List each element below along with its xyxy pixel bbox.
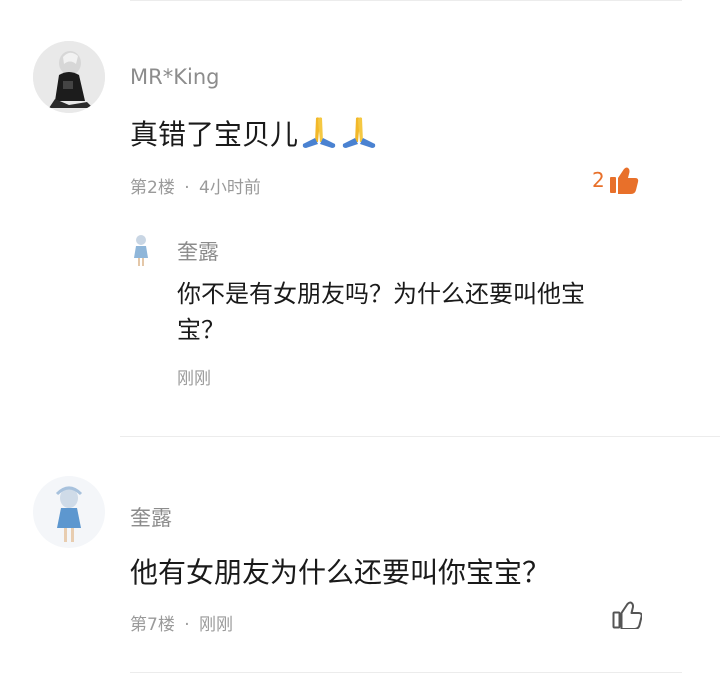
meta-separator: · [184,615,190,635]
reply-text-line-1: 你不是有女朋友吗？为什么还要叫他宝 [177,280,585,308]
avatar-image [128,232,154,268]
top-divider [130,0,682,1]
floor-number: 第2楼 [130,178,175,198]
reply-time: 刚刚 [177,369,211,389]
comment-text: 他有女朋友为什么还要叫你宝宝？ [130,556,551,589]
comment-text: 真错了宝贝儿 [130,113,378,153]
avatar-kuilu-small[interactable] [128,232,154,268]
thumbs-up-filled-icon [609,167,638,194]
comment-username[interactable]: MR*King [130,65,219,89]
comment-text-body: 真错了宝贝儿 [130,118,299,151]
avatar-image [33,476,105,548]
folded-hands-emoji [342,117,376,148]
comment-time: 刚刚 [199,615,234,635]
meta-separator: · [184,178,190,198]
avatar-image [33,41,105,113]
comment-meta: 第2楼 · 4小时前 [130,173,261,198]
like-button[interactable]: 2 [592,166,639,194]
thumbs-up-outline-icon [612,601,642,629]
floor-number: 第7楼 [130,615,175,635]
like-button[interactable] [612,601,642,629]
reply-text: 你不是有女朋友吗？为什么还要叫他宝 宝？ [177,276,667,348]
comment-meta: 第7楼 · 刚刚 [130,610,233,635]
comment-time: 4小时前 [199,178,261,198]
like-count: 2 [592,168,605,192]
folded-hands-emoji [302,117,336,148]
reply-text-line-2: 宝？ [177,316,225,344]
avatar-mrking[interactable] [33,41,105,113]
comment-divider [120,436,720,437]
reply-username[interactable]: 奎露 [177,236,219,266]
bottom-divider [130,672,682,673]
avatar-kuilu[interactable] [33,476,105,548]
comment-username[interactable]: 奎露 [130,502,172,532]
